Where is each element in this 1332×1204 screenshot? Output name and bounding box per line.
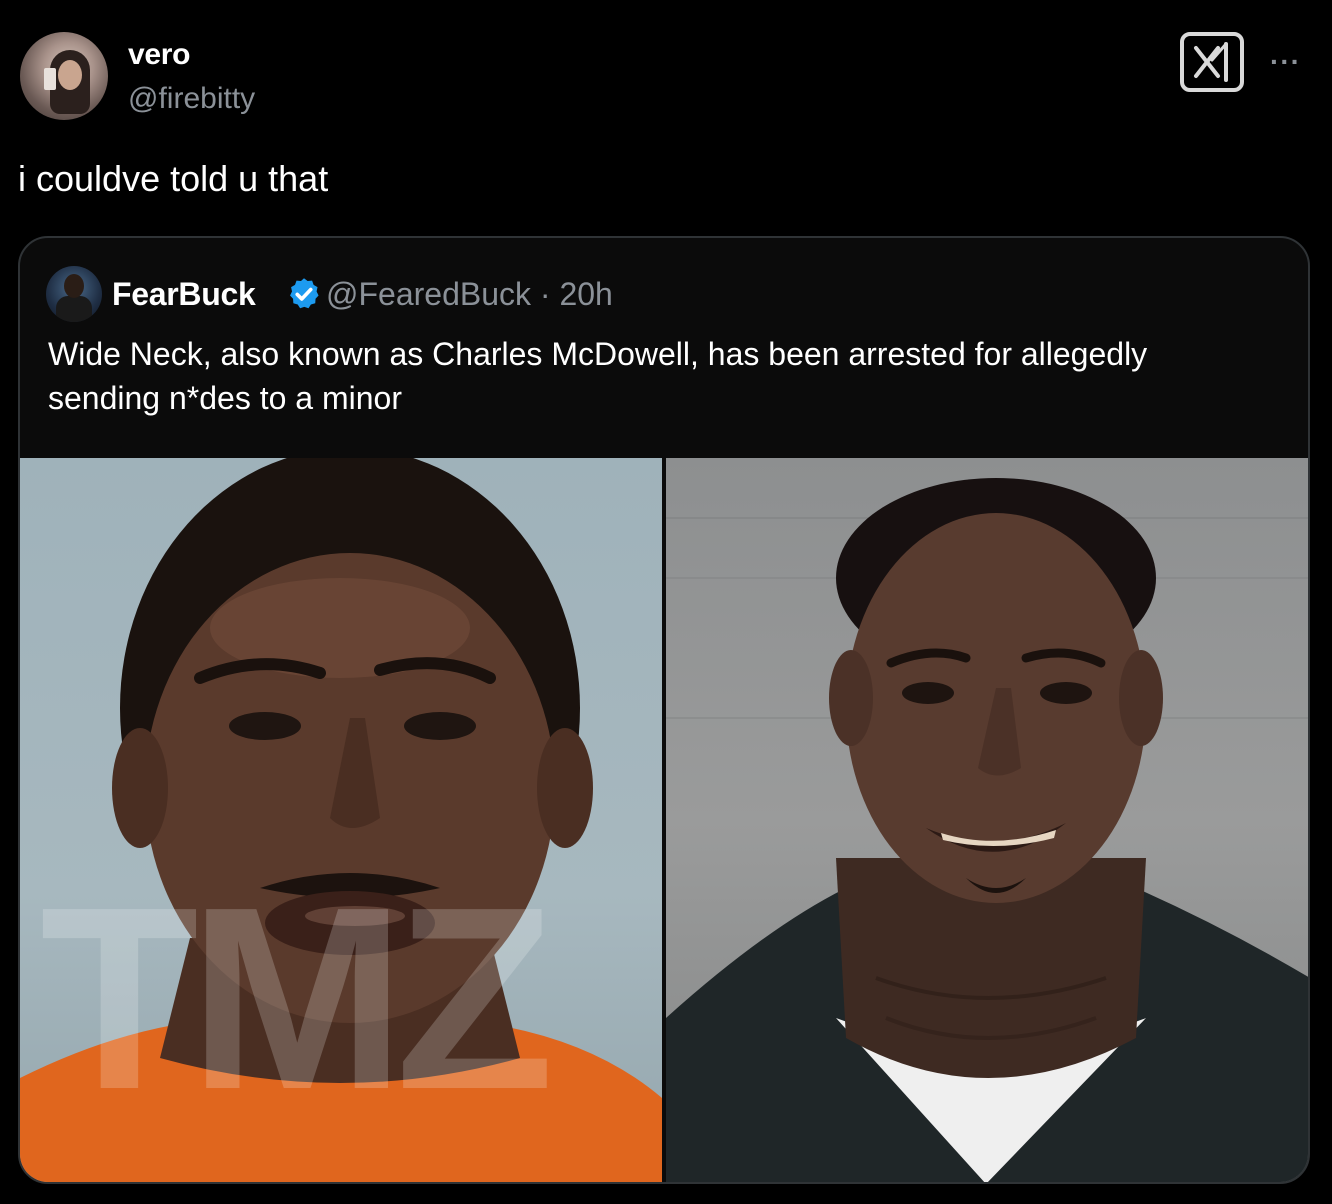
- avatar-phone: [44, 68, 56, 90]
- tweet-text: i couldve told u that: [18, 158, 329, 199]
- mugshot-left-illustration: TMZ: [20, 458, 662, 1182]
- mugshot-right-illustration: [666, 478, 1308, 1182]
- mugshot-photo-right[interactable]: [666, 458, 1308, 1182]
- grok-icon: [1194, 42, 1228, 82]
- avatar-head: [64, 274, 84, 298]
- watermark-tmz: TMZ: [40, 854, 550, 1144]
- user-handle[interactable]: @firebitty: [128, 82, 255, 116]
- grok-button[interactable]: [1180, 32, 1244, 92]
- quoted-tweet-text: Wide Neck, also known as Charles McDowel…: [48, 336, 1148, 416]
- quoted-tweet[interactable]: FearBuck @FearedBuck · 20h Wide Neck, al…: [18, 236, 1310, 1184]
- user-avatar[interactable]: [20, 32, 108, 120]
- verified-badge-icon: [290, 278, 319, 309]
- quoted-display-name[interactable]: FearBuck: [112, 276, 256, 313]
- avatar-face: [58, 60, 82, 90]
- mugshot-photo-left[interactable]: TMZ: [20, 458, 662, 1182]
- tweet: vero @firebitty ··· i couldve told u tha…: [0, 0, 1332, 1204]
- quoted-handle-time[interactable]: @FearedBuck · 20h: [326, 276, 613, 313]
- quoted-user-avatar[interactable]: [46, 266, 102, 322]
- more-icon[interactable]: ···: [1270, 42, 1310, 82]
- display-name[interactable]: vero: [128, 38, 190, 72]
- avatar-torso: [56, 296, 92, 322]
